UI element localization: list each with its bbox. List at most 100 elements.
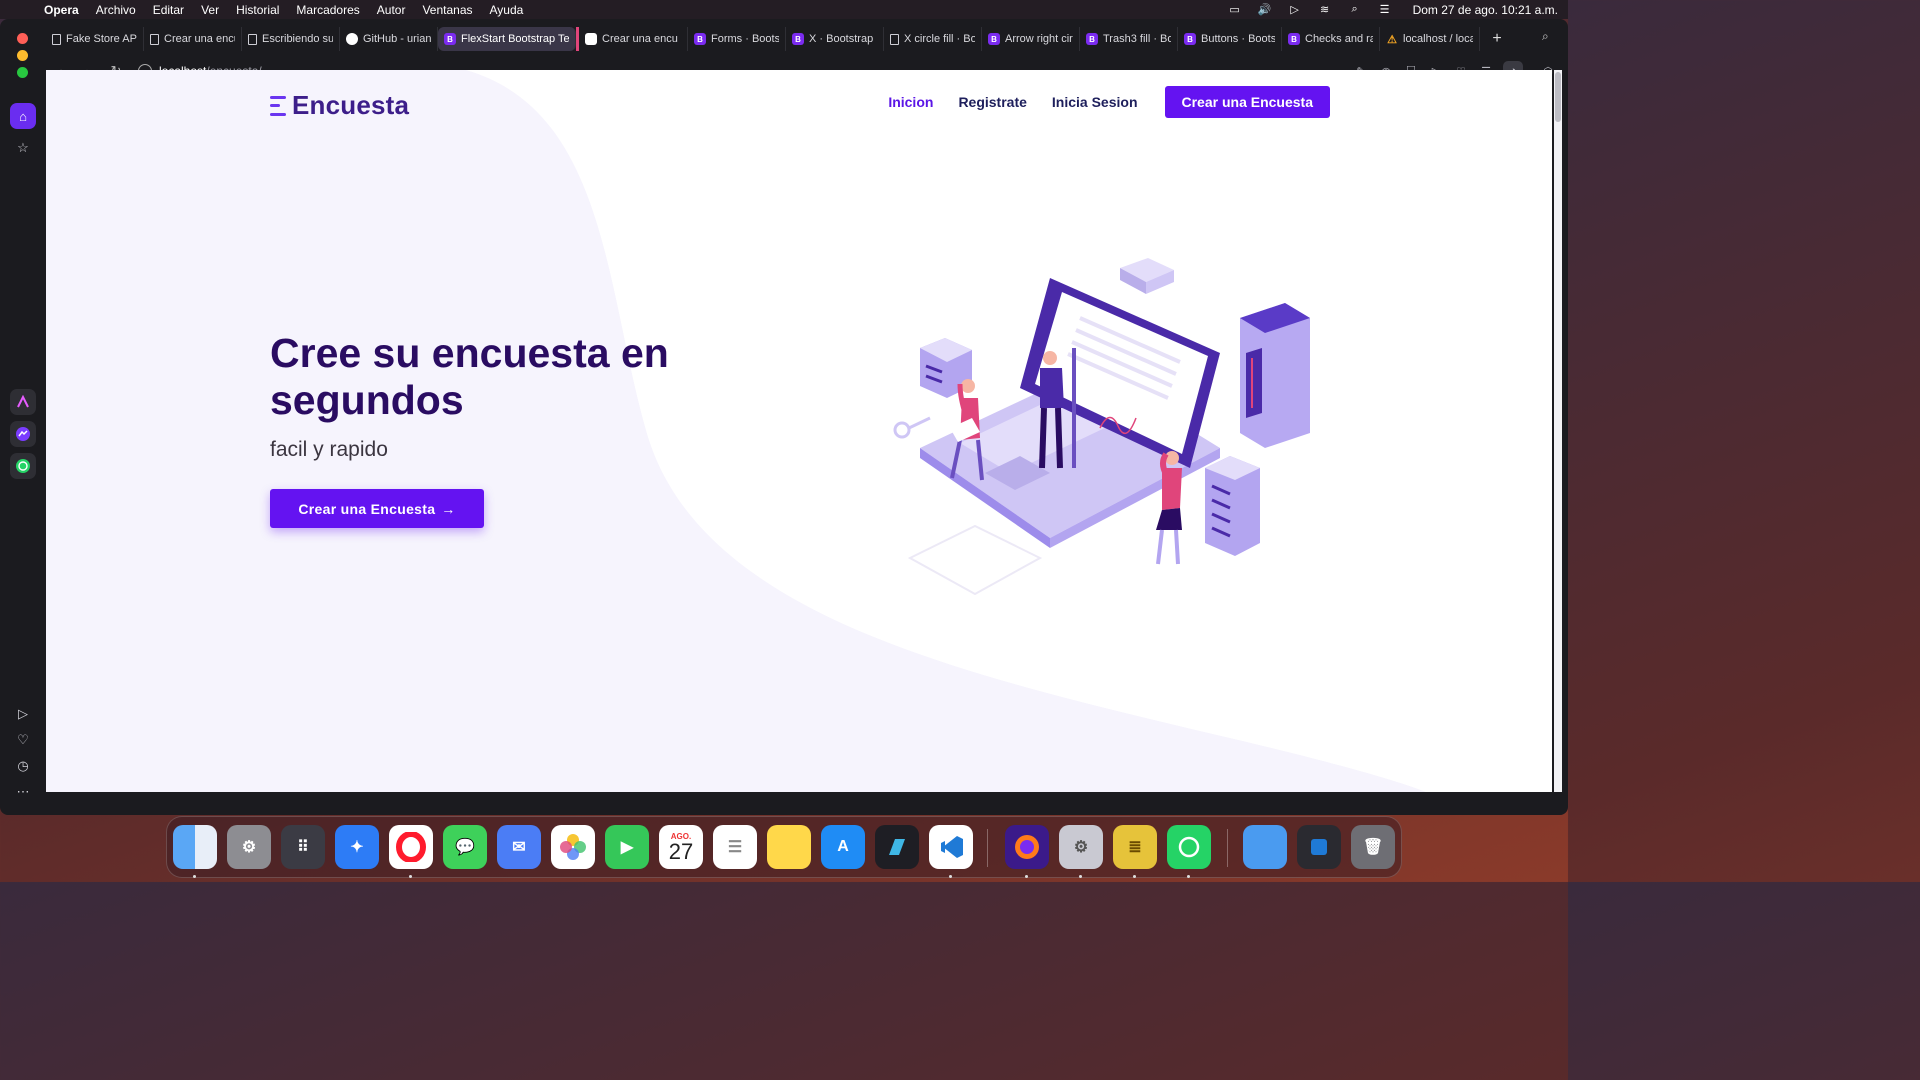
- whatsapp-icon[interactable]: [10, 453, 36, 479]
- opera-sidebar: ⌂ ☆ ▷ ♡ ◷ ⋯: [0, 91, 46, 815]
- downloads-stack-icon[interactable]: [1297, 825, 1341, 869]
- document-icon: [150, 33, 159, 45]
- menu-autor[interactable]: Autor: [377, 3, 406, 17]
- heart-icon[interactable]: ♡: [10, 727, 36, 753]
- hero-subtitle: facil y rapido: [270, 438, 388, 461]
- volume-icon[interactable]: 🔊: [1257, 4, 1273, 16]
- menu-historial[interactable]: Historial: [236, 3, 279, 17]
- scrollbar-thumb[interactable]: [1555, 72, 1561, 122]
- web-page: Encuesta Inicion Registrate Inicia Sesio…: [46, 70, 1552, 792]
- tab[interactable]: GitHub - urian1: [340, 27, 438, 51]
- mail-icon[interactable]: ✉: [497, 825, 541, 869]
- tab[interactable]: B Arrow right circ: [982, 27, 1080, 51]
- tab[interactable]: BForms · Bootstr: [688, 27, 786, 51]
- calendar-icon[interactable]: AGO. 27: [659, 825, 703, 869]
- warning-icon: ⚠: [1387, 33, 1397, 46]
- menu-marcadores[interactable]: Marcadores: [296, 3, 359, 17]
- vscode-icon[interactable]: [929, 825, 973, 869]
- system-preferences-icon[interactable]: ⚙: [1059, 825, 1103, 869]
- tab[interactable]: X circle fill · Boo: [884, 27, 982, 51]
- tab[interactable]: Escribiendo su: [242, 27, 340, 51]
- logo-text: Encuesta: [292, 90, 410, 120]
- tab[interactable]: BX · Bootstrap Ic: [786, 27, 884, 51]
- firefox-icon[interactable]: [1005, 825, 1049, 869]
- menu-ventanas[interactable]: Ventanas: [422, 3, 472, 17]
- logo-mark-icon: [270, 95, 286, 116]
- menu-opera[interactable]: Opera: [44, 3, 79, 17]
- page-scrollbar[interactable]: [1554, 70, 1562, 792]
- database-icon[interactable]: ≣: [1113, 825, 1157, 869]
- macos-menu-bar: Opera Archivo Editar Ver Historial Marca…: [0, 0, 1568, 19]
- bootstrap-icon: B: [988, 33, 1000, 45]
- hero-illustration: [893, 258, 1310, 596]
- bootstrap-icon: B: [694, 33, 706, 45]
- bootstrap-icon: B: [792, 33, 804, 45]
- menu-ver[interactable]: Ver: [201, 3, 219, 17]
- messages-icon[interactable]: 💬: [443, 825, 487, 869]
- whatsapp-icon[interactable]: [1167, 825, 1211, 869]
- control-center-icon[interactable]: ☰: [1377, 4, 1393, 16]
- document-icon: [890, 33, 899, 45]
- history-icon[interactable]: ◷: [10, 753, 36, 779]
- notes-icon[interactable]: [767, 825, 811, 869]
- bootstrap-icon: B: [1288, 33, 1300, 45]
- nav-crear-encuesta-button[interactable]: Crear una Encuesta: [1164, 86, 1330, 118]
- trash-icon[interactable]: 🗑: [1351, 825, 1395, 869]
- tab[interactable]: ⚠ localhost / local: [1380, 27, 1480, 51]
- system-settings-icon[interactable]: ⚙: [227, 825, 271, 869]
- close-window-button[interactable]: [17, 33, 28, 44]
- more-icon[interactable]: ⋯: [10, 779, 36, 805]
- play-circle-icon[interactable]: ▷: [1287, 4, 1303, 16]
- star-icon[interactable]: ☆: [10, 135, 36, 161]
- bootstrap-icon: B: [1086, 33, 1098, 45]
- tab[interactable]: B Buttons · Boots: [1178, 27, 1282, 51]
- zoom-window-button[interactable]: [17, 67, 28, 78]
- app-store-icon[interactable]: A: [821, 825, 865, 869]
- menu-ayuda[interactable]: Ayuda: [490, 3, 524, 17]
- tab-search-icon[interactable]: ⌕: [1542, 29, 1556, 43]
- keyboard-icon[interactable]: ▭: [1227, 4, 1243, 16]
- tab[interactable]: BChecks and rad: [1282, 27, 1380, 51]
- tab-active[interactable]: B FlexStart Bootstrap Tem: [438, 27, 576, 51]
- site-nav: Inicion Registrate Inicia Sesion Crear u…: [888, 86, 1330, 118]
- messenger-icon[interactable]: [10, 421, 36, 447]
- tab[interactable]: BTrash3 fill · Boo: [1080, 27, 1178, 51]
- aria-icon[interactable]: [10, 389, 36, 415]
- new-tab-button[interactable]: +: [1486, 28, 1508, 50]
- wifi-icon[interactable]: ≋: [1317, 4, 1333, 16]
- nav-inicia-sesion[interactable]: Inicia Sesion: [1052, 94, 1138, 110]
- site-logo[interactable]: Encuesta: [270, 90, 409, 121]
- tab[interactable]: Crear una encu: [144, 27, 242, 51]
- hero-title: Cree su encuesta en segundos: [270, 330, 669, 423]
- menu-archivo[interactable]: Archivo: [96, 3, 136, 17]
- mirror-app-icon[interactable]: [875, 825, 919, 869]
- window-controls: [17, 33, 28, 78]
- opera-icon[interactable]: [389, 825, 433, 869]
- facetime-icon[interactable]: ▶: [605, 825, 649, 869]
- tab[interactable]: Crear una encu: [576, 27, 688, 51]
- folder-icon[interactable]: [1243, 825, 1287, 869]
- calendar-day: 27: [668, 838, 694, 864]
- arrow-right-icon: →: [441, 500, 456, 517]
- minimize-window-button[interactable]: [17, 50, 28, 61]
- photos-icon[interactable]: [551, 825, 595, 869]
- nav-inicio[interactable]: Inicion: [888, 94, 933, 110]
- hero-button-label: Crear una Encuesta: [298, 500, 436, 517]
- craft-icon: [585, 33, 597, 45]
- hero-crear-encuesta-button[interactable]: Crear una Encuesta →: [270, 489, 484, 528]
- menu-bar-clock[interactable]: Dom 27 de ago. 10:21 a.m.: [1413, 3, 1558, 17]
- nav-registrate[interactable]: Registrate: [958, 94, 1026, 110]
- tab-bar: Fake Store API Crear una encu Escribiend…: [46, 27, 1568, 51]
- bootstrap-icon: B: [444, 33, 456, 45]
- tab[interactable]: Fake Store API: [46, 27, 144, 51]
- safari-icon[interactable]: ✦: [335, 825, 379, 869]
- github-icon: [346, 33, 358, 45]
- document-icon: [52, 33, 61, 45]
- menu-editar[interactable]: Editar: [153, 3, 184, 17]
- home-icon[interactable]: ⌂: [10, 103, 36, 129]
- reminders-icon[interactable]: ☰: [713, 825, 757, 869]
- finder-icon[interactable]: [173, 825, 217, 869]
- player-icon[interactable]: ▷: [10, 701, 36, 727]
- search-icon[interactable]: ⌕: [1347, 3, 1363, 16]
- launchpad-icon[interactable]: ⠿: [281, 825, 325, 869]
